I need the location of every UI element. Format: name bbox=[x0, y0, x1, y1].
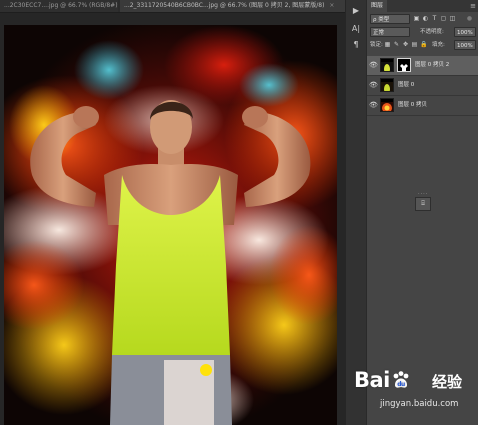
watermark-jingyan: 经验 bbox=[432, 373, 463, 391]
filter-smart-object-icon[interactable]: ◫ bbox=[449, 15, 456, 23]
layer-name: 图层 0 拷贝 bbox=[398, 102, 427, 108]
panel-menu-icon[interactable]: ≡ bbox=[470, 0, 476, 12]
canvas-area[interactable] bbox=[0, 13, 345, 425]
eye-icon[interactable]: 👁 bbox=[369, 81, 378, 90]
lock-fill-row: 锁定: ▦ ✎ ✥ ▤ 🔒 填充: 100% bbox=[370, 40, 476, 51]
lock-transparent-icon[interactable]: ▦ bbox=[384, 41, 391, 49]
fill-label: 填充: bbox=[432, 42, 445, 48]
lock-pixels-icon[interactable]: ✎ bbox=[393, 41, 400, 49]
lock-position-icon[interactable]: ✥ bbox=[402, 41, 409, 49]
layer-thumbnail bbox=[380, 78, 394, 92]
layers-list: 👁 图层 0 拷贝 2 👁 图层 0 👁 图层 0 拷贝 bbox=[367, 56, 478, 116]
lock-label: 锁定: bbox=[370, 42, 383, 48]
layer-row-0-copy-2[interactable]: 👁 图层 0 拷贝 2 bbox=[367, 56, 478, 76]
blend-mode-select[interactable]: 正常 bbox=[370, 27, 410, 37]
layer-filter-kind-select[interactable]: ρ 类型 bbox=[370, 14, 410, 24]
layer-thumbnail bbox=[380, 58, 394, 72]
paw-logo-icon: du bbox=[393, 371, 409, 388]
opacity-label: 不透明度: bbox=[420, 29, 444, 35]
watermark-brand-left: Bai bbox=[354, 368, 390, 392]
document-tab-2-label: ...2_3311720540B6CB0BC...jpg @ 66.7% (图层… bbox=[124, 2, 325, 9]
document-tab-bar: ...2C30ECC7....jpg @ 66.7% (RGB/8#) × ..… bbox=[0, 0, 345, 13]
lock-all-icon[interactable]: 🔒 bbox=[420, 41, 427, 49]
baidu-jingyan-watermark: Bai du 经验 jingyan.baidu.com bbox=[350, 368, 478, 420]
panel-icon-strip: ▶ A| ¶ bbox=[345, 0, 366, 425]
filter-shape-icon[interactable]: ▢ bbox=[440, 15, 447, 23]
collapse-panel-icon[interactable]: ⌸ bbox=[415, 197, 431, 211]
eye-icon[interactable]: 👁 bbox=[369, 101, 378, 110]
layer-row-0[interactable]: 👁 图层 0 bbox=[367, 76, 478, 96]
blend-opacity-row: 正常 不透明度: 100% bbox=[370, 27, 476, 38]
close-icon[interactable]: × bbox=[329, 0, 334, 12]
layer-thumbnail bbox=[380, 98, 394, 112]
document-canvas-image[interactable] bbox=[4, 25, 337, 425]
watermark-brand: Bai du bbox=[354, 368, 412, 392]
eye-icon[interactable]: 👁 bbox=[369, 61, 378, 70]
layer-filter-row: ρ 类型 ▣ ◐ T ▢ ◫ ● bbox=[370, 14, 476, 25]
filter-adjustment-icon[interactable]: ◐ bbox=[422, 15, 429, 23]
svg-text:du: du bbox=[397, 381, 405, 388]
layer-mask-thumbnail[interactable] bbox=[397, 58, 411, 72]
panel-tab-bar: 图层 ≡ bbox=[367, 0, 478, 12]
document-tab-1-label: ...2C30ECC7....jpg @ 66.7% (RGB/8#) bbox=[4, 2, 118, 9]
text-align-icon[interactable]: A| bbox=[349, 22, 363, 36]
layer-name: 图层 0 bbox=[398, 82, 415, 88]
layer-row-0-copy[interactable]: 👁 图层 0 拷贝 bbox=[367, 96, 478, 116]
filter-type-icon[interactable]: T bbox=[431, 15, 438, 23]
paragraph-icon[interactable]: ¶ bbox=[349, 38, 363, 52]
lock-artboard-icon[interactable]: ▤ bbox=[411, 41, 418, 49]
watermark-url: jingyan.baidu.com bbox=[380, 399, 459, 409]
tab-layers[interactable]: 图层 bbox=[367, 0, 388, 12]
document-tab-1[interactable]: ...2C30ECC7....jpg @ 66.7% (RGB/8#) × bbox=[0, 0, 118, 12]
document-tab-2-active[interactable]: ...2_3311720540B6CB0BC...jpg @ 66.7% (图层… bbox=[120, 0, 345, 12]
play-icon[interactable]: ▶ bbox=[349, 4, 363, 18]
powder-explosion-photo bbox=[4, 25, 337, 425]
layer-name: 图层 0 拷贝 2 bbox=[415, 62, 450, 68]
filter-toggle-icon[interactable]: ● bbox=[466, 15, 473, 23]
layers-panel: 图层 ≡ ρ 类型 ▣ ◐ T ▢ ◫ ● 正常 不透明度: 100% 锁定: … bbox=[366, 0, 478, 425]
filter-pixel-icon[interactable]: ▣ bbox=[413, 15, 420, 23]
opacity-field[interactable]: 100% bbox=[454, 27, 476, 37]
fill-field[interactable]: 100% bbox=[454, 40, 476, 50]
